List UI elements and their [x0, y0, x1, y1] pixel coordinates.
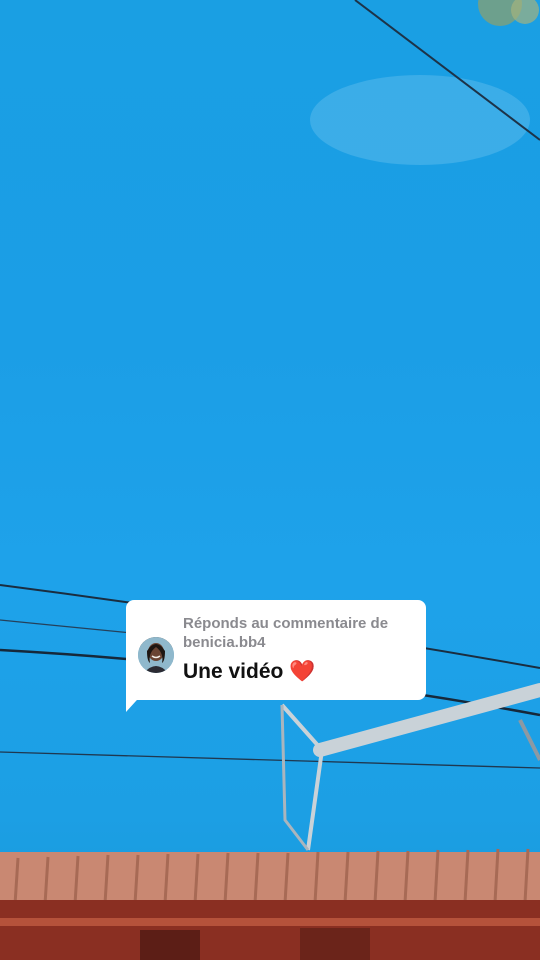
- cloud-haze: [310, 75, 530, 165]
- reply-label: Réponds au commentaire de benicia.bb4: [183, 614, 415, 652]
- reply-label-prefix: Réponds au commentaire de: [183, 615, 389, 632]
- wall: [0, 900, 540, 960]
- background-scene: [0, 0, 540, 960]
- user-avatar-icon[interactable]: [138, 637, 174, 673]
- comment-username[interactable]: benicia.bb4: [183, 634, 266, 651]
- video-frame[interactable]: Réponds au commentaire de benicia.bb4 Un…: [0, 0, 540, 960]
- power-line: [0, 751, 540, 769]
- reply-comment-sticker[interactable]: Réponds au commentaire de benicia.bb4 Un…: [126, 600, 426, 700]
- comment-text-body: Une vidéo: [183, 660, 284, 683]
- red-heart-icon: ❤️: [289, 660, 316, 683]
- comment-text: Une vidéo ❤️: [183, 659, 315, 685]
